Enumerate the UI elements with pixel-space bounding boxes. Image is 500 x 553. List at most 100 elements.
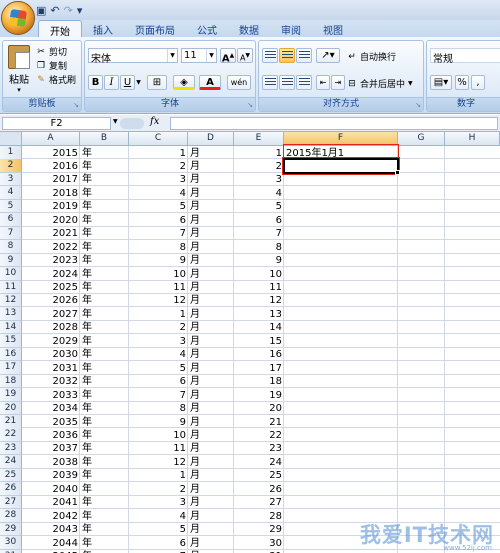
cell-b5[interactable]: 年	[80, 200, 129, 213]
cell-f11[interactable]	[284, 281, 404, 294]
cell-b15[interactable]: 年	[80, 335, 129, 348]
cell-e29[interactable]: 29	[234, 523, 284, 536]
row-header[interactable]: 5	[0, 199, 22, 214]
cell-e22[interactable]: 22	[234, 429, 284, 442]
cell-b29[interactable]: 年	[80, 523, 129, 536]
cell-d3[interactable]: 月	[188, 173, 234, 186]
cell-b16[interactable]: 年	[80, 348, 129, 361]
row-header[interactable]: 25	[0, 468, 22, 483]
cell-e8[interactable]: 8	[234, 241, 284, 254]
cell-a26[interactable]: 2040	[22, 483, 80, 496]
cell-c6[interactable]: 6	[129, 214, 188, 227]
row-header[interactable]: 3	[0, 172, 22, 187]
column-header-h[interactable]: H	[445, 132, 500, 146]
cell-a20[interactable]: 2034	[22, 402, 80, 415]
row-header[interactable]: 28	[0, 509, 22, 523]
row-header[interactable]: 17	[0, 361, 22, 375]
cell-b12[interactable]: 年	[80, 294, 129, 307]
row-header[interactable]: 21	[0, 415, 22, 429]
column-header-c[interactable]: C	[129, 132, 188, 146]
border-button[interactable]: ⊞	[147, 75, 167, 90]
cell-d11[interactable]: 月	[188, 281, 234, 294]
cell-b14[interactable]: 年	[80, 321, 129, 334]
cell-d12[interactable]: 月	[188, 294, 234, 307]
cell-a2[interactable]: 2016	[22, 160, 80, 173]
cell-e20[interactable]: 20	[234, 402, 284, 415]
cell-c24[interactable]: 12	[129, 456, 188, 469]
font-launcher-icon[interactable]: ↘	[247, 101, 253, 109]
cell-a13[interactable]: 2027	[22, 308, 80, 321]
cell-c15[interactable]: 3	[129, 335, 188, 348]
cell-c29[interactable]: 5	[129, 523, 188, 536]
phonetic-button[interactable]: wén	[227, 75, 251, 90]
cell-a30[interactable]: 2044	[22, 537, 80, 550]
cell-d2[interactable]: 月	[188, 160, 234, 173]
cell-a16[interactable]: 2030	[22, 348, 80, 361]
grow-font-button[interactable]: A▲	[220, 48, 236, 64]
cell-c8[interactable]: 8	[129, 241, 188, 254]
row-header[interactable]: 10	[0, 267, 22, 281]
cell-f23[interactable]	[284, 442, 404, 455]
column-header-g[interactable]: G	[398, 132, 445, 146]
cell-d10[interactable]: 月	[188, 268, 234, 281]
row-header[interactable]: 22	[0, 428, 22, 442]
tab-formulas[interactable]: 公式	[186, 20, 228, 37]
cell-b30[interactable]: 年	[80, 537, 129, 550]
row-header[interactable]: 30	[0, 536, 22, 550]
cell-b3[interactable]: 年	[80, 173, 129, 186]
cell-c27[interactable]: 3	[129, 496, 188, 509]
cell-f21[interactable]	[284, 416, 404, 429]
percent-button[interactable]: %	[455, 75, 469, 90]
cell-e30[interactable]: 30	[234, 537, 284, 550]
cell-e24[interactable]: 24	[234, 456, 284, 469]
redo-icon[interactable]: ↷	[64, 4, 73, 17]
cell-c9[interactable]: 9	[129, 254, 188, 267]
cell-f9[interactable]	[284, 254, 404, 267]
cell-d21[interactable]: 月	[188, 416, 234, 429]
row-header[interactable]: 14	[0, 320, 22, 335]
cell-a12[interactable]: 2026	[22, 294, 80, 307]
cell-e14[interactable]: 14	[234, 321, 284, 334]
cell-b8[interactable]: 年	[80, 241, 129, 254]
cell-b26[interactable]: 年	[80, 483, 129, 496]
cell-d30[interactable]: 月	[188, 537, 234, 550]
cell-d19[interactable]: 月	[188, 389, 234, 402]
cell-d29[interactable]: 月	[188, 523, 234, 536]
cell-c16[interactable]: 4	[129, 348, 188, 361]
cell-e11[interactable]: 11	[234, 281, 284, 294]
cell-e15[interactable]: 15	[234, 335, 284, 348]
fill-handle[interactable]	[395, 169, 400, 175]
align-bottom-button[interactable]	[296, 48, 312, 63]
cell-f26[interactable]	[284, 483, 404, 496]
cell-f25[interactable]	[284, 469, 404, 482]
cell-d22[interactable]: 月	[188, 429, 234, 442]
cell-d25[interactable]: 月	[188, 469, 234, 482]
tab-review[interactable]: 审阅	[270, 20, 312, 37]
cell-f2[interactable]	[284, 160, 404, 173]
cell-e9[interactable]: 9	[234, 254, 284, 267]
cell-f22[interactable]	[284, 429, 404, 442]
name-box[interactable]: F2	[2, 117, 111, 130]
row-header[interactable]: 4	[0, 186, 22, 200]
copy-button[interactable]: ❐ 复制	[36, 59, 67, 73]
cell-f7[interactable]	[284, 227, 404, 240]
cell-f13[interactable]	[284, 308, 404, 321]
row-header[interactable]: 11	[0, 280, 22, 294]
fx-icon[interactable]: fx	[150, 116, 159, 127]
cell-a28[interactable]: 2042	[22, 510, 80, 523]
cell-f1[interactable]: 2015年1月1	[284, 147, 404, 160]
cell-c10[interactable]: 10	[129, 268, 188, 281]
cell-e16[interactable]: 16	[234, 348, 284, 361]
cell-e23[interactable]: 23	[234, 442, 284, 455]
align-left-button[interactable]	[262, 75, 278, 90]
cell-b11[interactable]: 年	[80, 281, 129, 294]
save-icon[interactable]: ▣	[36, 4, 46, 17]
cell-a5[interactable]: 2019	[22, 200, 80, 213]
cell-d4[interactable]: 月	[188, 187, 234, 200]
cell-e4[interactable]: 4	[234, 187, 284, 200]
cell-e27[interactable]: 27	[234, 496, 284, 509]
cell-b7[interactable]: 年	[80, 227, 129, 240]
cell-e12[interactable]: 12	[234, 294, 284, 307]
tab-page-layout[interactable]: 页面布局	[124, 20, 186, 37]
cell-f4[interactable]	[284, 187, 404, 200]
